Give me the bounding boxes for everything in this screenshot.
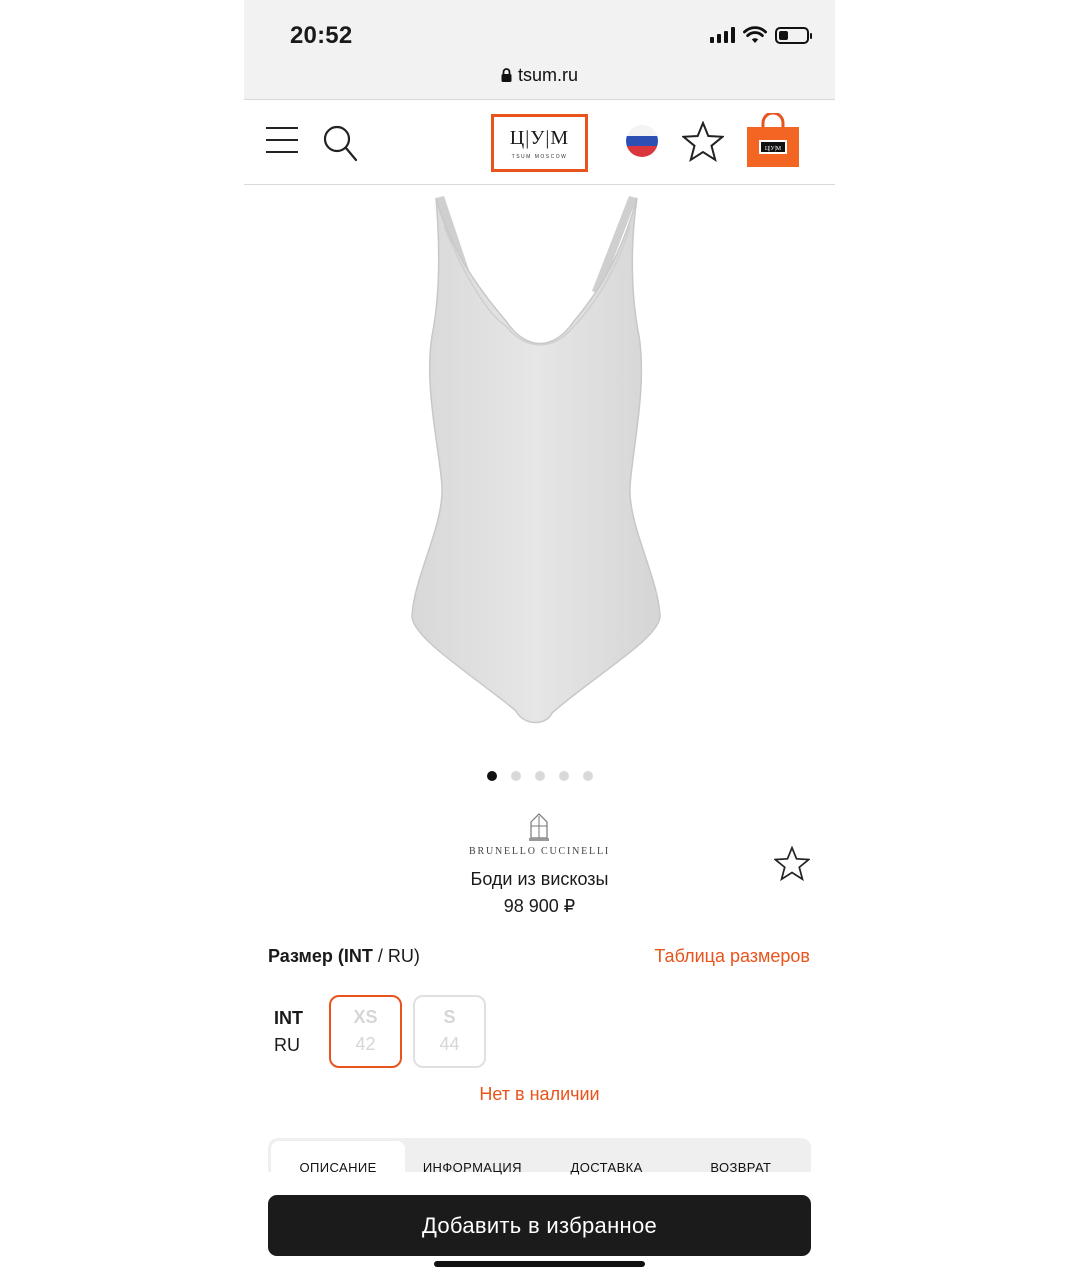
logo-subtitle: TSUM MOSCOW bbox=[511, 153, 568, 160]
availability-status: Нет в наличии bbox=[479, 1084, 600, 1104]
tab-description[interactable]: ОПИСАНИЕ bbox=[271, 1141, 406, 1175]
svg-text:Ц|У|М: Ц|У|М bbox=[765, 146, 782, 152]
add-to-wishlist-star-icon[interactable] bbox=[774, 846, 810, 882]
size-option-ru: 42 bbox=[355, 1034, 376, 1054]
tsum-logo[interactable]: Ц|У|М TSUM MOSCOW bbox=[491, 114, 588, 172]
menu-icon[interactable] bbox=[266, 127, 298, 155]
tab-return[interactable]: ВОЗВРАТ bbox=[674, 1141, 808, 1175]
gallery-dot[interactable] bbox=[510, 771, 521, 781]
russia-flag-icon[interactable] bbox=[626, 125, 658, 157]
tab-delivery[interactable]: ДОСТАВКА bbox=[540, 1141, 674, 1175]
product-price: 98 900 ₽ bbox=[503, 896, 576, 916]
size-option-int: S bbox=[443, 1007, 456, 1027]
size-option-xs[interactable]: XS 42 bbox=[329, 995, 402, 1068]
url-text: tsum.ru bbox=[517, 65, 578, 85]
size-chart-link[interactable]: Таблица размеров bbox=[654, 946, 810, 967]
add-to-favorites-button[interactable]: Добавить в избранное bbox=[268, 1195, 811, 1256]
wifi-icon bbox=[743, 26, 767, 43]
signal-icon bbox=[710, 27, 735, 43]
gallery-dot[interactable] bbox=[534, 771, 545, 781]
brand-crest-icon bbox=[529, 813, 549, 841]
search-icon[interactable] bbox=[322, 123, 358, 163]
tab-information[interactable]: ИНФОРМАЦИЯ bbox=[405, 1141, 539, 1175]
battery-level bbox=[779, 30, 789, 40]
star-icon[interactable] bbox=[682, 121, 724, 163]
gallery-dot[interactable] bbox=[558, 771, 569, 781]
brand-name[interactable]: BRUNELLO CUCINELLI bbox=[244, 846, 835, 857]
logo-letters: Ц|У|М bbox=[509, 126, 570, 149]
product-title: Боди из вискозы bbox=[470, 869, 609, 889]
size-option-ru: 44 bbox=[439, 1034, 460, 1054]
size-option-int: XS bbox=[353, 1007, 378, 1027]
gallery-dots[interactable] bbox=[244, 771, 835, 781]
site-header: Ц|У|М TSUM MOSCOW Ц|У|М bbox=[244, 101, 835, 185]
size-title-bold: Размер (INT bbox=[268, 946, 373, 966]
gallery-dot[interactable] bbox=[486, 771, 497, 781]
status-time: 20:52 bbox=[290, 22, 353, 49]
home-indicator[interactable] bbox=[434, 1261, 645, 1267]
url-bar[interactable]: tsum.ru bbox=[244, 65, 835, 86]
size-title: Размер (INT / RU) bbox=[268, 946, 420, 967]
gallery-dot[interactable] bbox=[582, 771, 593, 781]
lock-icon bbox=[501, 68, 512, 82]
battery-icon bbox=[775, 26, 812, 44]
size-label-int: INT bbox=[274, 1008, 303, 1028]
size-label-ru: RU bbox=[274, 1035, 300, 1055]
product-tabs: ОПИСАНИЕ ИНФОРМАЦИЯ ДОСТАВКА ВОЗВРАТ bbox=[268, 1138, 811, 1175]
product-image[interactable] bbox=[244, 186, 835, 746]
size-system-labels: INT RU bbox=[274, 1005, 303, 1059]
phone-screen: 20:52 tsum.ru Ц|У|М TSUM MOSCOW Ц|У|М BR… bbox=[244, 0, 835, 1280]
shopping-bag-icon[interactable]: Ц|У|М bbox=[747, 113, 799, 167]
size-title-rest: / RU) bbox=[372, 946, 420, 966]
browser-chrome: 20:52 tsum.ru bbox=[244, 0, 835, 100]
status-icons bbox=[710, 26, 812, 44]
size-option-s[interactable]: S 44 bbox=[413, 995, 486, 1068]
